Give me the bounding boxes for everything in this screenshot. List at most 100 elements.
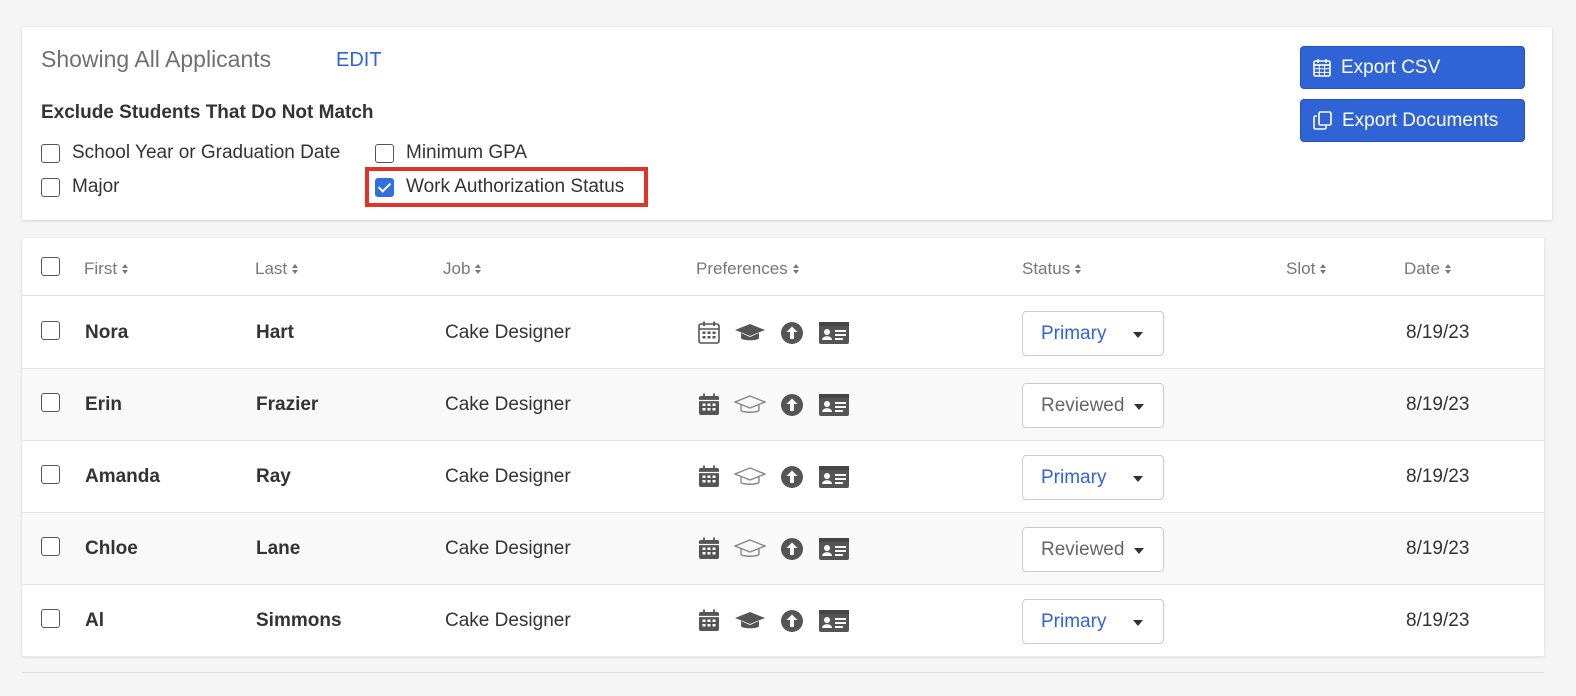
caret-down-icon	[1134, 404, 1144, 410]
calendar-icon	[698, 537, 720, 560]
filter-label: Major	[72, 176, 120, 197]
job-title: Cake Designer	[445, 537, 571, 559]
first-name: Al	[85, 609, 104, 631]
caret-down-icon	[1133, 620, 1143, 626]
id-card-icon	[818, 321, 850, 345]
id-card-icon	[818, 609, 850, 633]
filter-panel: Showing All Applicants EDIT Exclude Stud…	[22, 27, 1552, 220]
preference-icons	[698, 297, 864, 368]
divider	[22, 672, 1544, 673]
edit-link[interactable]: EDIT	[336, 49, 382, 72]
column-date[interactable]: Date	[1404, 259, 1451, 279]
school-year-checkbox[interactable]	[41, 143, 60, 163]
minimum-gpa-checkbox[interactable]	[375, 143, 394, 163]
row-checkbox[interactable]	[41, 537, 60, 556]
filter-label: Minimum GPA	[406, 142, 528, 163]
filter-school-year[interactable]: School Year or Graduation Date	[41, 142, 340, 164]
graduation-cap-outline-icon	[734, 394, 766, 416]
sort-icon	[1320, 264, 1327, 274]
table-row[interactable]: Amanda Ray Cake Designer Primary 8/19/23	[22, 441, 1544, 513]
id-card-icon	[818, 393, 850, 417]
id-card-icon	[818, 465, 850, 489]
copy-icon	[1313, 111, 1332, 130]
row-checkbox[interactable]	[41, 321, 60, 340]
calendar-icon	[698, 393, 720, 416]
sort-icon	[292, 264, 299, 274]
upload-circle-icon	[780, 609, 804, 633]
id-card-icon	[818, 537, 850, 561]
first-name: Amanda	[85, 465, 160, 487]
column-last[interactable]: Last	[255, 259, 299, 279]
status-dropdown[interactable]: Primary	[1022, 455, 1164, 500]
sort-icon	[1075, 264, 1082, 274]
caret-down-icon	[1133, 332, 1143, 338]
last-name: Simmons	[256, 609, 342, 631]
table-row[interactable]: Al Simmons Cake Designer Primary 8/19/23	[22, 585, 1544, 657]
last-name: Ray	[256, 465, 291, 487]
sort-icon	[1444, 264, 1451, 274]
table-row[interactable]: Chloe Lane Cake Designer Reviewed 8/19/2…	[22, 513, 1544, 585]
job-title: Cake Designer	[445, 393, 571, 415]
row-checkbox[interactable]	[41, 465, 60, 484]
filter-minimum-gpa[interactable]: Minimum GPA	[375, 142, 527, 164]
filter-label: School Year or Graduation Date	[72, 142, 341, 163]
first-name: Erin	[85, 393, 122, 415]
column-slot[interactable]: Slot	[1286, 259, 1327, 279]
date-value: 8/19/23	[1406, 609, 1470, 631]
table-row[interactable]: Erin Frazier Cake Designer Reviewed 8/19…	[22, 369, 1544, 441]
sort-icon	[475, 264, 482, 274]
date-value: 8/19/23	[1406, 537, 1470, 559]
calendar-icon	[698, 465, 720, 488]
export-documents-button[interactable]: Export Documents	[1300, 99, 1525, 142]
last-name: Lane	[256, 537, 301, 559]
filter-work-authorization[interactable]: Work Authorization Status	[375, 176, 624, 198]
filter-major[interactable]: Major	[41, 176, 120, 198]
export-documents-label: Export Documents	[1342, 109, 1499, 131]
calendar-outline-icon	[698, 321, 720, 344]
upload-circle-icon	[780, 537, 804, 561]
caret-down-icon	[1134, 548, 1144, 554]
table-row[interactable]: Nora Hart Cake Designer Primary 8/19/23	[22, 297, 1544, 369]
sort-icon	[792, 264, 799, 274]
filter-label: Work Authorization Status	[406, 176, 625, 197]
first-name: Chloe	[85, 537, 138, 559]
export-csv-button[interactable]: Export CSV	[1300, 46, 1525, 89]
major-checkbox[interactable]	[41, 177, 60, 197]
upload-circle-icon	[780, 321, 804, 345]
graduation-cap-icon	[734, 322, 766, 344]
work-authorization-checkbox[interactable]	[375, 177, 394, 197]
calendar-icon	[698, 609, 720, 632]
job-title: Cake Designer	[445, 321, 571, 343]
status-dropdown[interactable]: Reviewed	[1022, 383, 1164, 428]
date-value: 8/19/23	[1406, 465, 1470, 487]
status-dropdown[interactable]: Primary	[1022, 599, 1164, 644]
job-title: Cake Designer	[445, 609, 571, 631]
date-value: 8/19/23	[1406, 393, 1470, 415]
status-dropdown[interactable]: Primary	[1022, 311, 1164, 356]
column-job[interactable]: Job	[443, 259, 482, 279]
exclude-heading: Exclude Students That Do Not Match	[41, 102, 374, 123]
job-title: Cake Designer	[445, 465, 571, 487]
export-csv-label: Export CSV	[1341, 56, 1441, 78]
upload-circle-icon	[780, 465, 804, 489]
column-first[interactable]: First	[84, 259, 129, 279]
preference-icons	[698, 513, 864, 584]
table-header: First Last Job Preferences Status Slot D…	[22, 238, 1544, 296]
select-all-checkbox[interactable]	[41, 257, 60, 276]
row-checkbox[interactable]	[41, 609, 60, 628]
row-checkbox[interactable]	[41, 393, 60, 412]
column-preferences[interactable]: Preferences	[696, 259, 799, 279]
status-dropdown[interactable]: Reviewed	[1022, 527, 1164, 572]
caret-down-icon	[1133, 476, 1143, 482]
page-title: Showing All Applicants	[41, 46, 272, 72]
calendar-icon	[1313, 59, 1331, 77]
preference-icons	[698, 585, 864, 656]
graduation-cap-icon	[734, 610, 766, 632]
preference-icons	[698, 441, 864, 512]
last-name: Frazier	[256, 393, 319, 415]
graduation-cap-outline-icon	[734, 466, 766, 488]
date-value: 8/19/23	[1406, 321, 1470, 343]
upload-circle-icon	[780, 393, 804, 417]
last-name: Hart	[256, 321, 295, 343]
column-status[interactable]: Status	[1022, 259, 1082, 279]
